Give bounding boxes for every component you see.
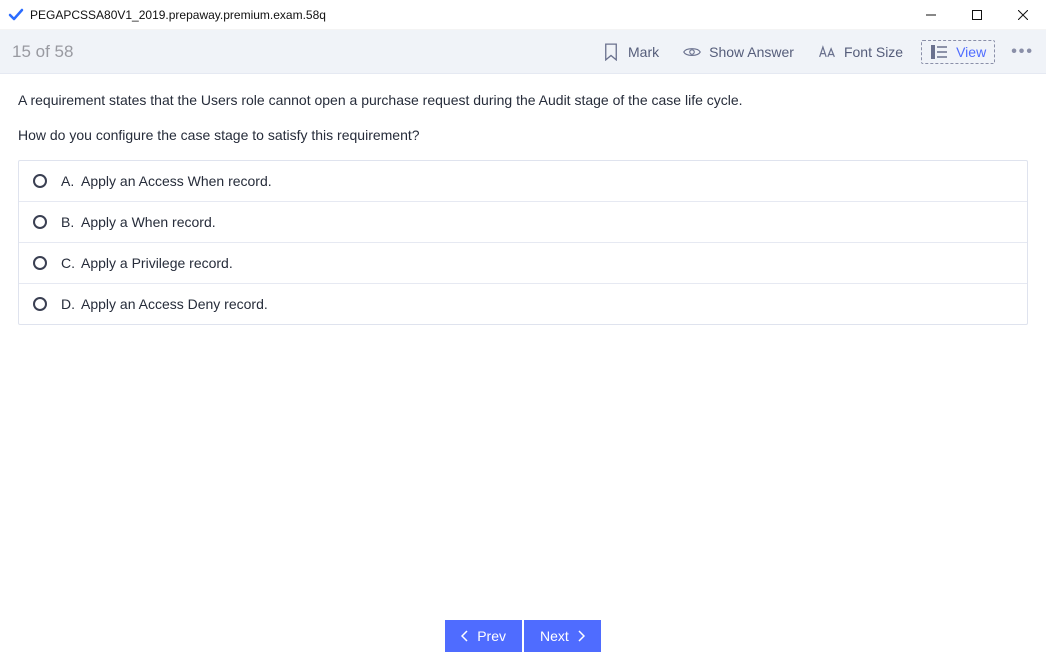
radio-icon bbox=[33, 256, 47, 270]
view-button[interactable]: View bbox=[921, 40, 995, 64]
answer-option-c[interactable]: C. Apply a Privilege record. bbox=[19, 242, 1027, 283]
list-view-icon bbox=[930, 43, 948, 61]
answer-letter: A. bbox=[61, 173, 81, 189]
window-minimize-button[interactable] bbox=[908, 0, 954, 30]
toolbar: 15 of 58 Mark Show Answer Font Size bbox=[0, 30, 1046, 74]
answer-text: Apply a When record. bbox=[81, 214, 216, 230]
prev-label: Prev bbox=[477, 628, 506, 644]
bookmark-icon bbox=[602, 43, 620, 61]
question-panel: A requirement states that the Users role… bbox=[0, 74, 1046, 325]
window-title: PEGAPCSSA80V1_2019.prepaway.premium.exam… bbox=[30, 8, 326, 22]
next-label: Next bbox=[540, 628, 569, 644]
next-button[interactable]: Next bbox=[524, 620, 601, 652]
view-label: View bbox=[956, 44, 986, 60]
answer-list: A. Apply an Access When record. B. Apply… bbox=[18, 160, 1028, 325]
show-answer-label: Show Answer bbox=[709, 44, 794, 60]
answer-text: Apply an Access When record. bbox=[81, 173, 272, 189]
chevron-left-icon bbox=[461, 630, 469, 642]
radio-icon bbox=[33, 297, 47, 311]
chevron-right-icon bbox=[577, 630, 585, 642]
answer-option-b[interactable]: B. Apply a When record. bbox=[19, 201, 1027, 242]
nav-bar: Prev Next bbox=[0, 620, 1046, 652]
font-size-icon bbox=[818, 43, 836, 61]
font-size-button[interactable]: Font Size bbox=[818, 43, 903, 61]
question-text-line-1: A requirement states that the Users role… bbox=[18, 90, 1028, 111]
answer-letter: C. bbox=[61, 255, 81, 271]
answer-text: Apply a Privilege record. bbox=[81, 255, 233, 271]
window-titlebar: PEGAPCSSA80V1_2019.prepaway.premium.exam… bbox=[0, 0, 1046, 30]
window-close-button[interactable] bbox=[1000, 0, 1046, 30]
radio-icon bbox=[33, 215, 47, 229]
font-size-label: Font Size bbox=[844, 44, 903, 60]
radio-icon bbox=[33, 174, 47, 188]
answer-letter: D. bbox=[61, 296, 81, 312]
answer-letter: B. bbox=[61, 214, 81, 230]
app-checkmark-icon bbox=[8, 7, 24, 23]
question-text-line-2: How do you configure the case stage to s… bbox=[18, 125, 1028, 146]
question-progress: 15 of 58 bbox=[12, 42, 73, 62]
mark-label: Mark bbox=[628, 44, 659, 60]
eye-icon bbox=[683, 43, 701, 61]
more-options-button[interactable]: ••• bbox=[1011, 43, 1034, 61]
window-maximize-button[interactable] bbox=[954, 0, 1000, 30]
answer-option-d[interactable]: D. Apply an Access Deny record. bbox=[19, 283, 1027, 324]
mark-button[interactable]: Mark bbox=[602, 43, 659, 61]
prev-button[interactable]: Prev bbox=[445, 620, 522, 652]
answer-option-a[interactable]: A. Apply an Access When record. bbox=[19, 161, 1027, 201]
show-answer-button[interactable]: Show Answer bbox=[683, 43, 794, 61]
answer-text: Apply an Access Deny record. bbox=[81, 296, 268, 312]
